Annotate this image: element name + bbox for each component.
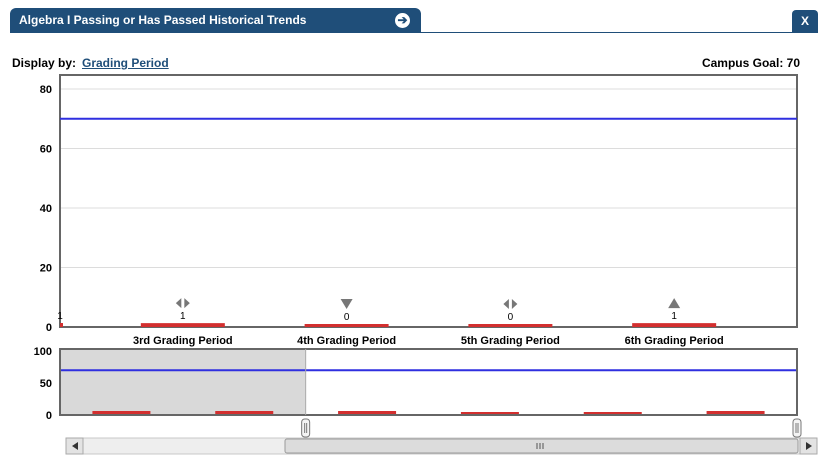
y-tick-label: 0	[46, 322, 52, 334]
y-tick-label: 20	[40, 263, 52, 275]
navigator-drag-handle[interactable]	[792, 418, 802, 438]
x-category-label: 6th Grading Period	[625, 335, 724, 347]
left-right-arrows-icon	[503, 299, 518, 309]
partial-bar	[60, 323, 63, 327]
x-category-label: 5th Grading Period	[461, 335, 560, 347]
navigator-y-tick-label: 50	[40, 378, 52, 390]
y-tick-label: 60	[40, 144, 52, 156]
data-label: 0	[508, 312, 514, 323]
navigator-y-tick-label: 100	[34, 346, 52, 358]
down-triangle-icon	[340, 299, 353, 309]
y-tick-label: 80	[40, 84, 52, 96]
data-bar[interactable]	[468, 324, 553, 327]
data-bar[interactable]	[304, 324, 389, 327]
navigator-unselected-area	[60, 349, 306, 415]
navigator-drag-handle[interactable]	[301, 418, 311, 438]
plot-frame	[59, 74, 798, 328]
data-label: 1	[671, 311, 677, 322]
up-triangle-icon	[668, 298, 681, 309]
left-right-arrows-icon	[175, 298, 190, 309]
x-category-label: 4th Grading Period	[297, 335, 396, 347]
navigator-y-tick-label: 0	[46, 410, 52, 422]
scrollbar-thumb[interactable]	[284, 438, 799, 454]
data-label: 0	[344, 312, 350, 323]
data-bar[interactable]	[632, 323, 717, 327]
data-label: 1	[180, 311, 186, 322]
trend-chart: 0 20 40 60 80 1 3rd Grading Period 0 4th Grading…	[34, 74, 818, 455]
x-category-label: 3rd Grading Period	[133, 335, 233, 347]
y-tick-label: 40	[40, 203, 52, 215]
partial-bar-label: 1	[57, 311, 63, 322]
data-bar[interactable]	[140, 323, 225, 327]
